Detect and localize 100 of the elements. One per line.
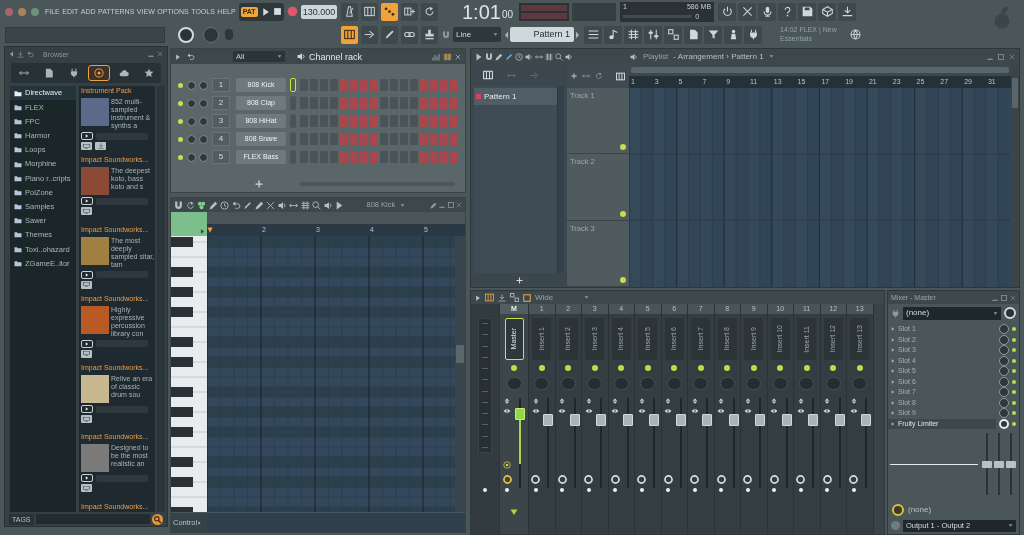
brush-icon[interactable] bbox=[505, 52, 513, 61]
undo-icon[interactable] bbox=[187, 52, 195, 61]
volume-fader[interactable] bbox=[754, 398, 766, 488]
eq-band-slider[interactable] bbox=[994, 433, 1004, 495]
power-icon[interactable] bbox=[721, 6, 733, 17]
ring-icon[interactable] bbox=[769, 475, 779, 484]
clock-icon[interactable] bbox=[515, 52, 523, 61]
left-right-icon[interactable] bbox=[664, 408, 672, 414]
loop-icon[interactable] bbox=[185, 200, 195, 210]
toolbar-toggle[interactable] bbox=[421, 2, 438, 21]
ring-icon[interactable] bbox=[584, 475, 593, 484]
slot-led[interactable] bbox=[1012, 348, 1016, 353]
caret-icon[interactable] bbox=[493, 32, 498, 37]
toolbar-toggle[interactable] bbox=[421, 25, 438, 44]
ring-icon[interactable] bbox=[663, 475, 673, 484]
up-down-icon[interactable] bbox=[850, 398, 857, 404]
left-right-icon[interactable] bbox=[531, 408, 540, 414]
list-icon[interactable] bbox=[587, 29, 599, 40]
grid-icon[interactable] bbox=[300, 200, 310, 210]
ring-icon[interactable] bbox=[796, 475, 805, 484]
master-pitch-knob[interactable] bbox=[203, 26, 219, 43]
funnel-icon[interactable] bbox=[707, 29, 719, 40]
toolbar-toggle[interactable] bbox=[381, 2, 398, 21]
channel-led[interactable] bbox=[178, 100, 183, 106]
caret-icon[interactable] bbox=[584, 295, 589, 300]
speaker-icon[interactable] bbox=[277, 200, 287, 210]
track-led[interactable] bbox=[724, 365, 731, 371]
brush-icon[interactable] bbox=[384, 29, 395, 40]
toolbar-button[interactable] bbox=[838, 2, 857, 21]
browser-tab[interactable] bbox=[87, 65, 110, 81]
plus-icon[interactable] bbox=[571, 73, 577, 79]
volume-fader[interactable] bbox=[807, 398, 819, 488]
knob[interactable] bbox=[1004, 307, 1016, 319]
mixer-track-number[interactable]: 5 bbox=[212, 150, 230, 164]
fader-thumb[interactable] bbox=[861, 413, 871, 426]
disc-icon[interactable] bbox=[503, 461, 511, 469]
pencil-icon[interactable] bbox=[429, 201, 437, 209]
ring-icon[interactable] bbox=[610, 475, 620, 484]
cube-icon[interactable] bbox=[821, 6, 833, 17]
up-down-icon[interactable] bbox=[585, 398, 592, 404]
toolbar-button[interactable] bbox=[724, 25, 742, 44]
music-note-icon[interactable] bbox=[607, 29, 619, 40]
left-right-icon[interactable] bbox=[770, 408, 778, 414]
speaker-icon[interactable] bbox=[323, 200, 333, 210]
microphone-icon[interactable] bbox=[761, 6, 773, 17]
left-right-arrows-icon[interactable] bbox=[18, 68, 29, 78]
piano-key[interactable] bbox=[171, 342, 207, 362]
keys-plus-icon[interactable] bbox=[404, 6, 415, 17]
caret-icon[interactable] bbox=[277, 54, 282, 59]
volume-fader[interactable] bbox=[648, 398, 660, 488]
volume-fader[interactable] bbox=[780, 398, 793, 488]
preview-button[interactable] bbox=[81, 339, 93, 348]
toolbar-button[interactable] bbox=[744, 25, 762, 44]
fader-thumb[interactable] bbox=[808, 413, 818, 426]
toolbar-button[interactable] bbox=[684, 25, 702, 44]
preview-button[interactable] bbox=[81, 132, 93, 140]
magnet-icon[interactable] bbox=[485, 52, 493, 61]
channel-led[interactable] bbox=[178, 118, 183, 124]
triangle-right-icon[interactable] bbox=[175, 53, 181, 60]
speaker-icon[interactable] bbox=[565, 52, 573, 61]
stamp-icon[interactable] bbox=[424, 29, 435, 40]
slot-led[interactable] bbox=[1012, 411, 1016, 416]
master-volume-knob[interactable] bbox=[178, 26, 194, 43]
up-down-icon[interactable] bbox=[504, 398, 510, 404]
eq-band-slider[interactable] bbox=[1006, 433, 1016, 495]
grid-icon[interactable] bbox=[627, 29, 639, 40]
triangle-right-icon[interactable] bbox=[475, 294, 481, 301]
preview-button[interactable] bbox=[81, 474, 93, 483]
track-led[interactable] bbox=[620, 210, 626, 217]
ring-icon[interactable] bbox=[690, 475, 699, 484]
ring-icon[interactable] bbox=[531, 475, 540, 484]
slot-led[interactable] bbox=[1012, 379, 1016, 384]
track-led[interactable] bbox=[803, 365, 810, 371]
toolbar-button[interactable] bbox=[738, 2, 757, 21]
slot-led[interactable] bbox=[1012, 400, 1016, 405]
toolbar-toggle[interactable] bbox=[361, 25, 378, 44]
marker-icon[interactable] bbox=[207, 227, 213, 233]
triangle-right-icon[interactable] bbox=[85, 134, 89, 138]
slot-led[interactable] bbox=[1012, 358, 1016, 363]
left-right-icon[interactable] bbox=[503, 408, 511, 414]
preview-button[interactable] bbox=[81, 270, 93, 279]
toolbar-toggle[interactable] bbox=[341, 2, 358, 21]
triangle-left-icon[interactable] bbox=[504, 30, 509, 39]
toolbar-button[interactable] bbox=[758, 2, 777, 21]
slider-thumb[interactable] bbox=[1006, 460, 1016, 468]
channel-led[interactable] bbox=[178, 82, 183, 88]
slot-led[interactable] bbox=[1012, 337, 1016, 342]
triangle-right-icon[interactable] bbox=[335, 200, 344, 210]
pencil-icon[interactable] bbox=[495, 52, 503, 61]
toolbar-button[interactable] bbox=[778, 2, 797, 21]
magnet-icon[interactable] bbox=[174, 200, 183, 210]
fader-thumb[interactable] bbox=[515, 408, 525, 421]
toolbar-button[interactable] bbox=[644, 25, 662, 44]
stop-icon[interactable] bbox=[272, 7, 282, 16]
mixer-track-number[interactable]: 1 bbox=[212, 78, 230, 92]
piano-key[interactable] bbox=[171, 462, 207, 482]
fader-thumb[interactable] bbox=[702, 413, 712, 426]
triangle-right-icon[interactable] bbox=[475, 52, 483, 61]
track-led[interactable] bbox=[856, 365, 863, 371]
volume-fader[interactable] bbox=[595, 398, 607, 488]
